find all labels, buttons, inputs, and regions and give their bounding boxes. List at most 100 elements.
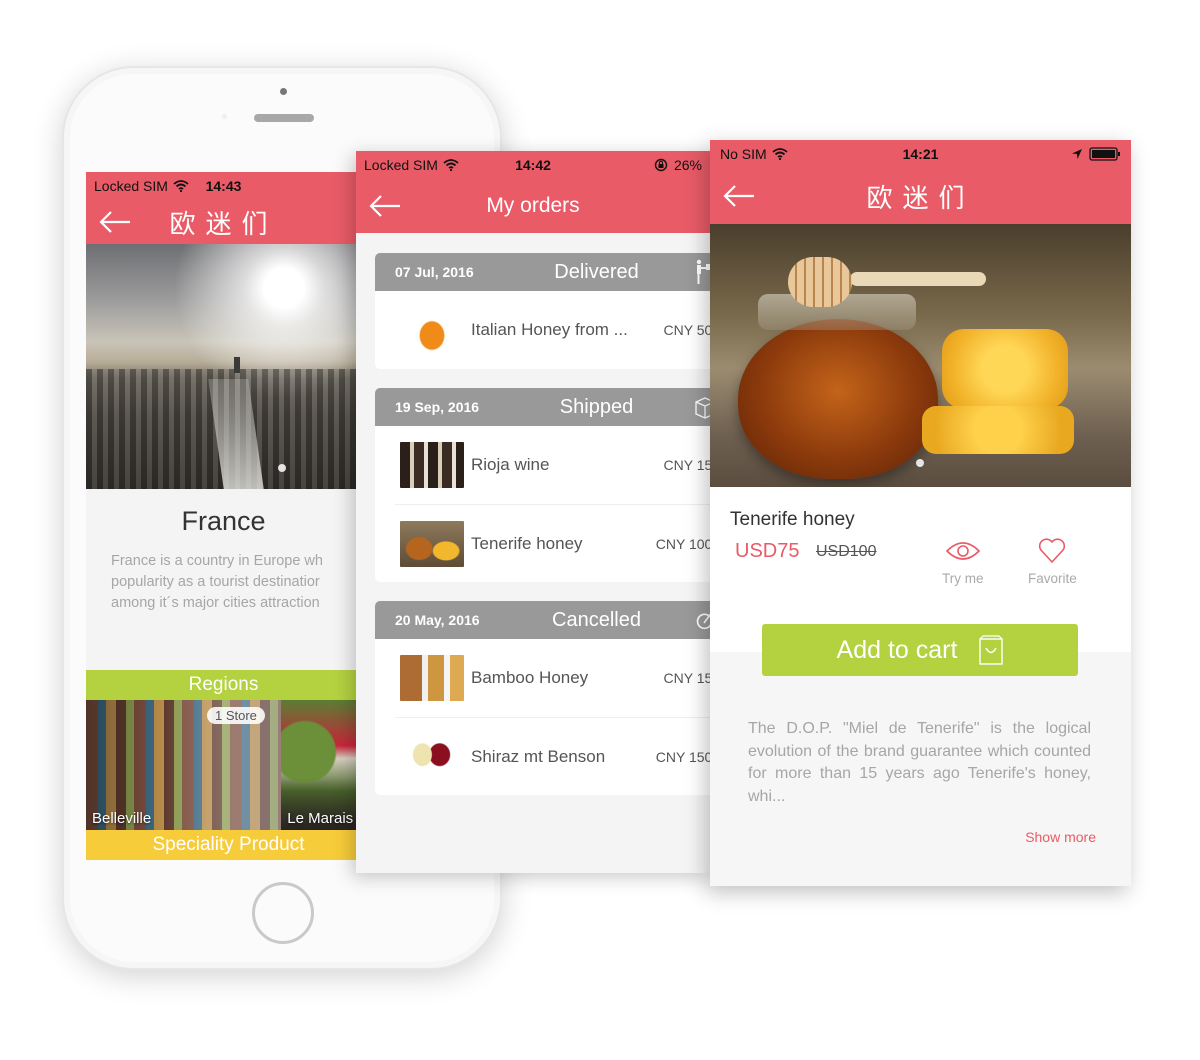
- item-name: Italian Honey from ...: [471, 320, 628, 339]
- status-bar: Locked SIM 14:43: [86, 172, 361, 200]
- arrow-left-icon[interactable]: [98, 210, 132, 234]
- region-screen: Locked SIM 14:43 欧迷们 France France is a …: [86, 172, 361, 860]
- product-info: Tenerife honey USD75 USD100 Try me Favor…: [710, 487, 1131, 624]
- honeycomb: [922, 406, 1074, 454]
- carrier: Locked SIM: [364, 157, 459, 173]
- earpiece-speaker: [254, 114, 314, 122]
- app-brand-title: 欧迷们: [169, 208, 278, 239]
- status-bar: Locked SIM 14:42 26%: [356, 151, 710, 179]
- orders-screen: Locked SIM 14:42 26% My orders 07 Jul, 2…: [356, 151, 710, 873]
- status-right: 26%: [654, 157, 702, 173]
- page-title: My orders: [486, 194, 580, 217]
- order-status: Delivered: [554, 260, 639, 283]
- header: Locked SIM 14:43 欧迷们: [86, 172, 361, 244]
- nav-bar: 欧迷们: [710, 168, 1131, 224]
- order-group-delivered: 07 Jul, 2016 Delivered Italian Honey fro…: [375, 253, 710, 369]
- region-card-belleville[interactable]: 1 Store Belleville: [86, 700, 282, 830]
- order-item[interactable]: Rioja wine CNY 15.9: [375, 426, 710, 504]
- region-name: Le Marais: [287, 810, 354, 827]
- product-screen: No SIM 14:21 欧迷们 Tenerife honey USD75 US…: [710, 140, 1131, 886]
- honey-dipper: [788, 257, 852, 307]
- regions-list: 1 Store Belleville Le Marais: [86, 700, 361, 830]
- delivery-person-icon: [696, 259, 710, 284]
- shopping-bag-icon: [979, 635, 1004, 665]
- order-header: 07 Jul, 2016 Delivered: [375, 253, 710, 291]
- add-to-cart-button[interactable]: Add to cart: [762, 624, 1078, 676]
- tower: [234, 357, 240, 373]
- order-item[interactable]: Italian Honey from ... CNY 50.0: [375, 291, 710, 369]
- honey-dipper-stick: [850, 272, 986, 286]
- wifi-icon: [443, 159, 459, 171]
- favorite-button[interactable]: Favorite: [1028, 537, 1077, 586]
- eye-icon: [945, 542, 980, 560]
- region-name: Belleville: [92, 810, 152, 827]
- favorite-label: Favorite: [1028, 571, 1077, 586]
- location-arrow-icon: [1072, 149, 1082, 159]
- order-status: Cancelled: [552, 608, 641, 631]
- honey-jar-thumbnail: [400, 307, 464, 353]
- description-line: France is a country in Europe wh: [111, 553, 323, 569]
- nav-bar: My orders: [356, 179, 710, 233]
- country-description: France is a country in Europe wh popular…: [111, 551, 361, 614]
- tenerife-honey-thumbnail: [400, 520, 464, 567]
- front-camera: [280, 88, 287, 95]
- region-card-le-marais[interactable]: Le Marais: [281, 700, 361, 830]
- carrier-label: Locked SIM: [364, 157, 438, 173]
- arrow-left-icon[interactable]: [722, 184, 756, 208]
- regions-header: Regions: [86, 670, 361, 700]
- honeycomb: [942, 329, 1068, 409]
- order-item[interactable]: Tenerife honey CNY 100.0: [395, 504, 710, 582]
- product-original-price: USD100: [816, 543, 877, 560]
- item-price: CNY 15.4: [663, 670, 710, 686]
- orders-list: 07 Jul, 2016 Delivered Italian Honey fro…: [356, 233, 710, 795]
- battery-full-icon: [1089, 147, 1120, 161]
- honey-jar: [738, 319, 938, 479]
- wine-glasses-thumbnail: [400, 733, 464, 780]
- product-description: The D.O.P. "Miel de Tenerife" is the log…: [748, 720, 1091, 805]
- item-name: Rioja wine: [471, 455, 550, 474]
- carrier: No SIM: [720, 146, 788, 162]
- carousel-page-dot[interactable]: [278, 464, 286, 472]
- wine-bottles-thumbnail: [400, 442, 464, 488]
- show-more-link[interactable]: Show more: [1025, 829, 1096, 845]
- home-button[interactable]: [252, 882, 314, 944]
- order-item[interactable]: Shiraz mt Benson CNY 150.0: [395, 717, 710, 795]
- cancel-arrow-icon: [696, 613, 710, 630]
- product-details: Add to cart The D.O.P. "Miel de Tenerife…: [710, 624, 1131, 886]
- item-name: Shiraz mt Benson: [471, 746, 606, 766]
- country-hero-image[interactable]: [86, 244, 361, 489]
- try-me-button[interactable]: Try me: [942, 537, 984, 586]
- try-me-label: Try me: [942, 571, 984, 586]
- order-item[interactable]: Bamboo Honey CNY 15.4: [375, 639, 710, 717]
- app-brand-title: 欧迷们: [866, 182, 975, 213]
- item-price: CNY 15.9: [663, 457, 710, 473]
- order-header: 19 Sep, 2016 Shipped: [375, 388, 710, 426]
- country-title: France: [181, 506, 266, 536]
- product-price: USD75: [735, 540, 800, 562]
- heart-icon: [1039, 538, 1066, 563]
- wifi-icon: [772, 148, 788, 160]
- status-right: [1071, 147, 1121, 161]
- product-name: Tenerife honey: [730, 509, 855, 530]
- item-name: Tenerife honey: [471, 533, 583, 553]
- description-line: popularity as a tourist destinatior: [111, 574, 320, 590]
- item-price: CNY 100.0: [655, 535, 710, 552]
- battery-percent: 26%: [673, 157, 702, 173]
- order-header: 20 May, 2016 Cancelled: [375, 601, 710, 639]
- arrow-left-icon[interactable]: [368, 194, 402, 218]
- header: Locked SIM 14:42 26% My orders: [356, 151, 710, 233]
- item-name: Bamboo Honey: [471, 668, 589, 687]
- speciality-products-header[interactable]: Speciality Product: [86, 830, 361, 860]
- add-to-cart-label: Add to cart: [836, 635, 958, 664]
- wifi-icon: [173, 180, 189, 192]
- status-bar: No SIM 14:21: [710, 140, 1131, 168]
- description-line: among it´s major cities attraction: [111, 595, 320, 611]
- product-image-carousel[interactable]: [710, 224, 1131, 487]
- carrier-label: Locked SIM: [94, 178, 168, 194]
- order-group-cancelled: 20 May, 2016 Cancelled Bamboo Honey CNY …: [375, 601, 710, 795]
- carousel-page-dot[interactable]: [916, 459, 924, 467]
- nav-bar: 欧迷们: [86, 200, 361, 244]
- order-group-shipped: 19 Sep, 2016 Shipped Rioja wine CNY 15.9…: [375, 388, 710, 582]
- carrier: Locked SIM: [94, 178, 189, 194]
- carrier-label: No SIM: [720, 146, 767, 162]
